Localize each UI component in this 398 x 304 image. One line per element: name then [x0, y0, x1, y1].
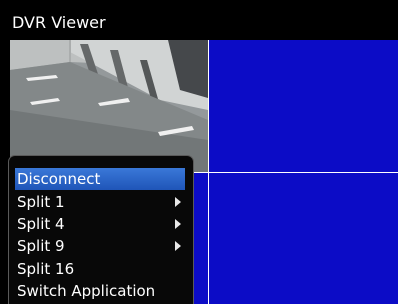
menu-item-split-9[interactable]: Split 9: [15, 235, 185, 257]
menu-item-label: Split 16: [17, 260, 75, 278]
submenu-arrow-icon: [175, 241, 181, 251]
channel-2-empty[interactable]: [209, 40, 398, 172]
menu-item-label: Split 4: [17, 215, 65, 233]
camera-feed-image: [10, 40, 208, 172]
menu-item-split-4[interactable]: Split 4: [15, 213, 185, 235]
menu-item-label: Disconnect: [17, 170, 101, 188]
context-menu: Disconnect Split 1 Split 4 Split 9 Split…: [8, 155, 194, 304]
menu-item-label: Split 9: [17, 237, 65, 255]
app-title: DVR Viewer: [12, 13, 106, 32]
menu-item-label: Split 1: [17, 193, 65, 211]
menu-item-switch-application[interactable]: Switch Application: [15, 280, 185, 302]
menu-item-disconnect[interactable]: Disconnect: [15, 168, 185, 190]
menu-item-split-1[interactable]: Split 1: [15, 191, 185, 213]
submenu-arrow-icon: [175, 219, 181, 229]
submenu-arrow-icon: [175, 197, 181, 207]
channel-4-empty[interactable]: [209, 173, 398, 304]
title-bar: DVR Viewer: [0, 0, 398, 35]
menu-item-label: Switch Application: [17, 282, 156, 300]
menu-item-split-16[interactable]: Split 16: [15, 258, 185, 280]
channel-1-video[interactable]: [10, 40, 208, 172]
